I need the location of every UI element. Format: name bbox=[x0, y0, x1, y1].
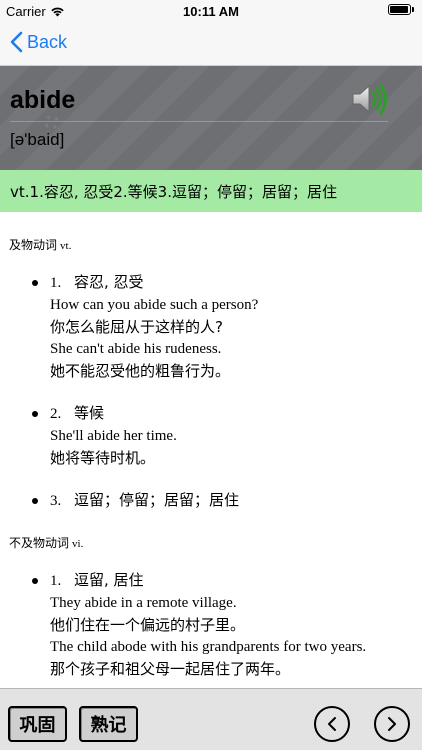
sense-meaning: 逗留；停留；居留；居住 bbox=[74, 491, 240, 509]
header-divider bbox=[10, 121, 388, 122]
pos-chinese: 及物动词 bbox=[9, 238, 58, 252]
example-en: She'll abide her time. bbox=[50, 428, 177, 444]
summary-text: vt.1.容忍, 忍受2.等候3.逗留；停留；居留；居住 bbox=[10, 182, 337, 201]
battery-tip bbox=[412, 7, 414, 12]
sense-item: 1. 容忍, 忍受 How can you abide such a person… bbox=[32, 271, 422, 382]
example-cn: 她将等待时机。 bbox=[50, 449, 156, 467]
sense-item: 1. 逗留, 居住 They abide in a remote village.… bbox=[32, 569, 422, 680]
back-label: Back bbox=[27, 31, 68, 52]
example-en: How can you abide such a person? bbox=[50, 297, 259, 313]
definitions-content[interactable]: 及物动词 vt. 1. 容忍, 忍受 How can you abide such… bbox=[0, 226, 422, 688]
example-cn: 她不能忍受他的粗鲁行为。 bbox=[50, 362, 231, 380]
consolidate-button[interactable]: 巩固 bbox=[8, 706, 67, 742]
sense-meaning: 等候 bbox=[74, 404, 105, 422]
example-en: They abide in a remote village. bbox=[50, 595, 237, 611]
phonetic: [ə'baid] bbox=[10, 130, 65, 149]
back-button[interactable]: Back bbox=[10, 31, 67, 53]
battery-fill bbox=[390, 6, 409, 13]
sense-title: 3. 逗留；停留；居留；居住 bbox=[50, 489, 422, 512]
chevron-left-icon bbox=[328, 717, 336, 731]
sense-item: 2. 等候 She'll abide her time. 她将等待时机。 bbox=[32, 402, 422, 469]
example-en: She can't abide his rudeness. bbox=[50, 341, 222, 357]
speaker-button[interactable] bbox=[350, 81, 390, 122]
sense-title: 1. 逗留, 居住 bbox=[50, 569, 422, 592]
example-en: The child abode with his grandparents fo… bbox=[50, 639, 367, 655]
sense-list: 1. 容忍, 忍受 How can you abide such a person… bbox=[0, 271, 422, 512]
status-bar: Carrier 10:11 AM bbox=[0, 0, 422, 22]
sense-number: 1. bbox=[50, 275, 62, 291]
sense-meaning: 逗留, 居住 bbox=[74, 571, 144, 589]
sense-title: 1. 容忍, 忍受 bbox=[50, 271, 422, 294]
pos-abbreviation: vt. bbox=[60, 240, 72, 252]
sense-number: 2. bbox=[50, 406, 62, 422]
sense-title: 2. 等候 bbox=[50, 402, 422, 425]
headword: abide bbox=[10, 86, 76, 114]
sense-number: 1. bbox=[50, 573, 62, 589]
sense-number: 3. bbox=[50, 493, 62, 509]
pos-label: 不及物动词 vi. bbox=[0, 532, 422, 555]
next-button[interactable] bbox=[374, 706, 410, 742]
previous-button[interactable] bbox=[314, 706, 350, 742]
pos-chinese: 不及物动词 bbox=[9, 536, 70, 550]
sense-item: 3. 逗留；停留；居留；居住 bbox=[32, 489, 422, 512]
battery-icon bbox=[388, 4, 411, 15]
battery-indicator bbox=[388, 4, 414, 15]
example-cn: 你怎么能屈从于这样的人? bbox=[50, 318, 223, 336]
navigation-bar: Back bbox=[0, 22, 422, 66]
pos-label: 及物动词 vt. bbox=[0, 234, 422, 257]
status-time: 10:11 AM bbox=[183, 4, 239, 19]
sense-meaning: 容忍, 忍受 bbox=[74, 273, 144, 291]
bottom-toolbar: 巩固 熟记 bbox=[0, 688, 422, 750]
chevron-left-icon bbox=[10, 31, 23, 53]
speaker-icon bbox=[352, 83, 387, 115]
example-cn: 他们住在一个偏远的村子里。 bbox=[50, 616, 246, 634]
pos-abbreviation: vi. bbox=[72, 538, 84, 550]
example-cn: 那个孩子和祖父母一起居住了两年。 bbox=[50, 660, 291, 678]
chevron-right-icon bbox=[388, 717, 396, 731]
sense-list: 1. 逗留, 居住 They abide in a remote village.… bbox=[0, 569, 422, 680]
memorized-button[interactable]: 熟记 bbox=[79, 706, 138, 742]
definition-summary: vt.1.容忍, 忍受2.等候3.逗留；停留；居留；居住 bbox=[0, 170, 422, 212]
